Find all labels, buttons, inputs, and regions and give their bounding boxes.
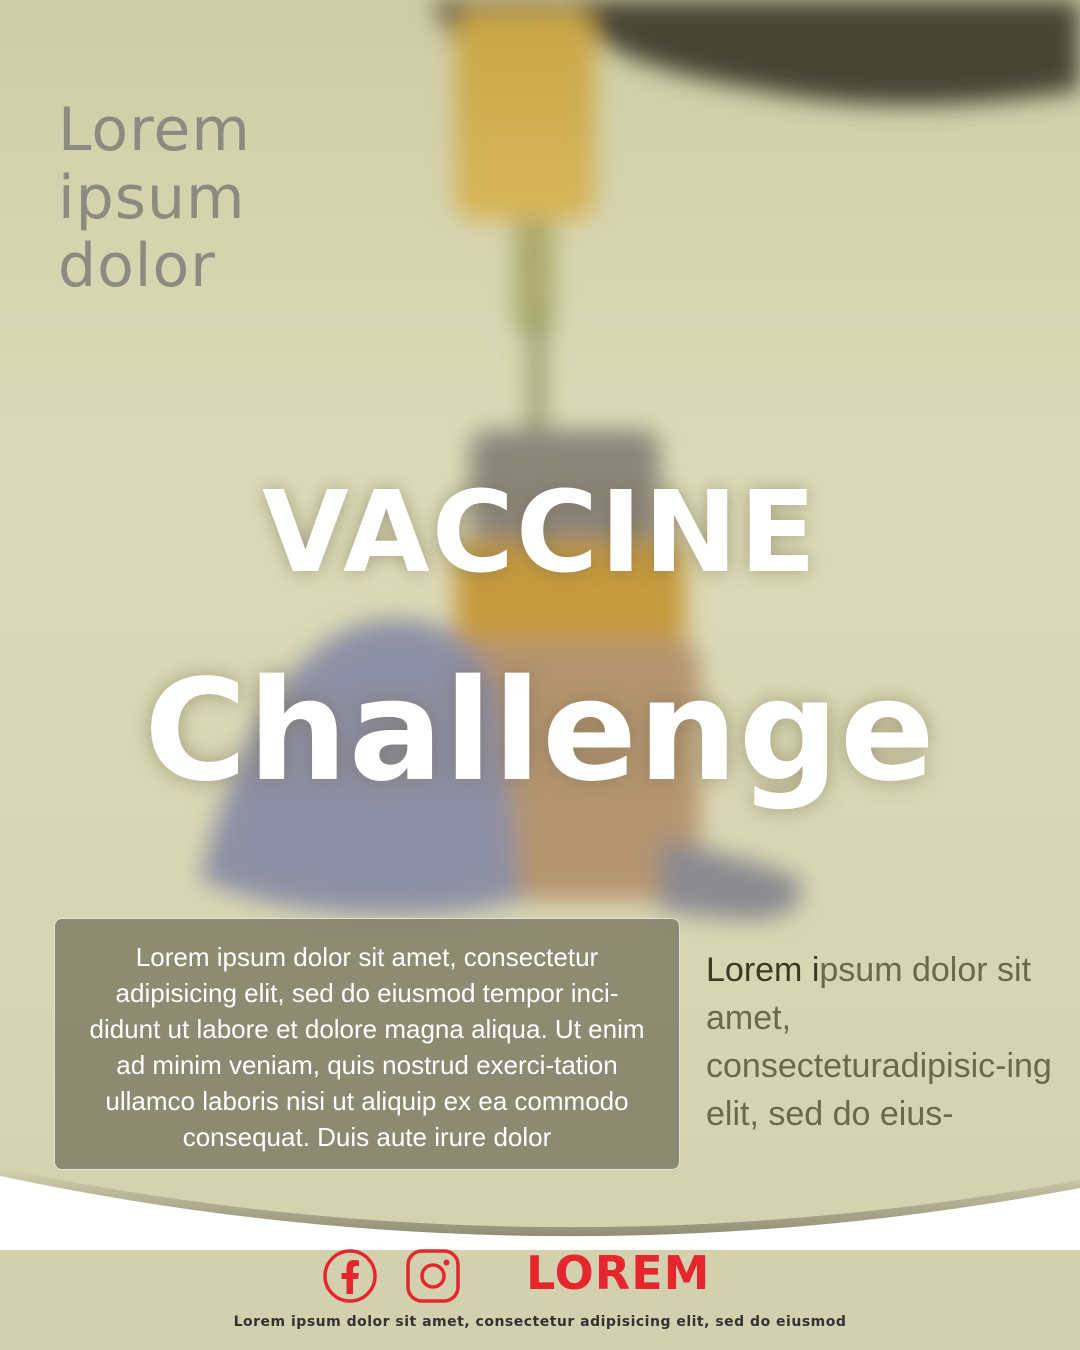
top-title: Lorem ipsum dolor bbox=[58, 96, 358, 300]
headline-vaccine: VACCINE bbox=[261, 468, 819, 598]
info-text: Lorem ipsum dolor sit amet, consectetur … bbox=[89, 942, 645, 1152]
footer-note: Lorem ipsum dolor sit amet, consectetur … bbox=[233, 1314, 847, 1330]
footer-curve bbox=[0, 1168, 1080, 1250]
side-text: Lorem ipsum dolor sit amet, consectetura… bbox=[706, 946, 1066, 1138]
info-text-box: Lorem ipsum dolor sit amet, consectetur … bbox=[54, 918, 680, 1170]
top-title-line-2: ipsum bbox=[58, 163, 246, 233]
side-text-emphasis: Lorem i bbox=[706, 951, 820, 989]
instagram-icon[interactable] bbox=[405, 1248, 461, 1304]
top-title-line-3: dolor bbox=[58, 231, 216, 301]
brand-name: LOREM bbox=[526, 1246, 711, 1300]
headline-challenge: Challenge bbox=[144, 650, 936, 813]
top-title-line-1: Lorem bbox=[58, 95, 251, 165]
facebook-icon[interactable] bbox=[322, 1248, 378, 1304]
